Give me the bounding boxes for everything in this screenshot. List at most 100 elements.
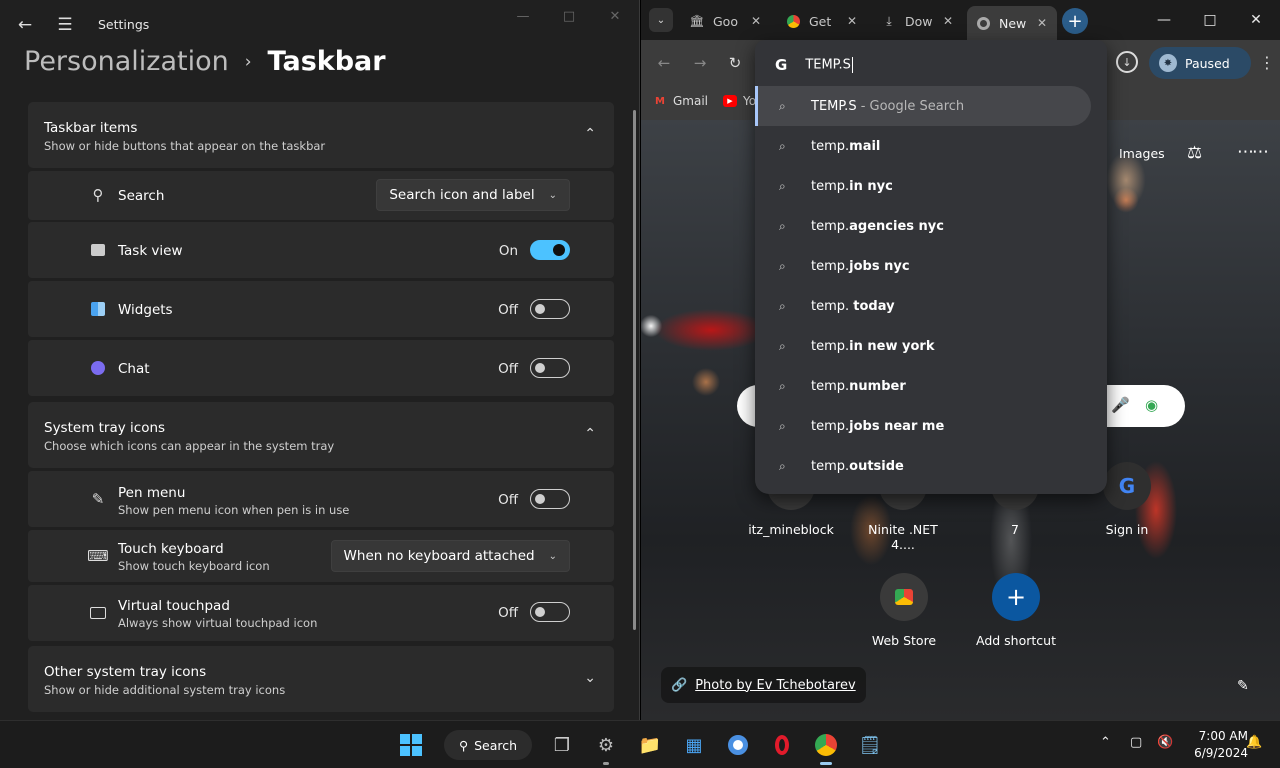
photo-credit[interactable]: 🔗 Photo by Ev Tchebotarev	[661, 667, 866, 703]
suggestion-text: temp.agencies nyc	[811, 219, 944, 234]
breadcrumb-personalization[interactable]: Personalization	[24, 46, 229, 77]
youtube-icon: ▶	[723, 95, 737, 107]
suggestion-completion: jobs near me	[849, 418, 945, 434]
minimize-icon[interactable]: —	[500, 6, 546, 28]
profile-paused-chip[interactable]: ✸ Paused	[1149, 47, 1251, 79]
setting-label: Task view	[118, 243, 183, 259]
notification-bell-icon[interactable]: 🔔	[1246, 735, 1262, 750]
suggestion-text: temp.mail	[811, 139, 880, 154]
clock-time: 7:00 AM	[1198, 729, 1248, 743]
tab-close-icon[interactable]: ✕	[751, 14, 761, 28]
other-tray-icons-header[interactable]: Other system tray icons Show or hide add…	[28, 646, 614, 712]
setting-row-pen-menu: ✎ Pen menu Show pen menu icon when pen i…	[28, 471, 614, 527]
widgets-toggle[interactable]	[530, 299, 570, 319]
task-view-toggle[interactable]	[530, 240, 570, 260]
settings-gear-icon[interactable]: ⚙	[592, 731, 620, 765]
suggestion-item[interactable]: ⌕ temp.outside	[755, 446, 1091, 486]
google-g-icon: G	[775, 56, 788, 74]
maximize-icon[interactable]: □	[546, 6, 592, 28]
microphone-icon[interactable]: 🎤	[1111, 396, 1130, 414]
section-title: System tray icons	[44, 420, 166, 436]
taskbar-search-button[interactable]: ⚲ Search	[444, 730, 532, 760]
notepad-icon[interactable]: 🗒	[856, 731, 884, 759]
shortcut-add[interactable]: + Add shortcut	[968, 573, 1064, 648]
tab-1[interactable]: Get ✕	[785, 6, 869, 36]
photo-credit-link[interactable]: Photo by Ev Tchebotarev	[695, 678, 855, 693]
search-mode-dropdown[interactable]: Search icon and label ⌄	[376, 179, 570, 211]
suggestion-item[interactable]: ⌕ temp. today	[755, 286, 1091, 326]
dropdown-value: When no keyboard attached	[343, 548, 535, 564]
link-icon: 🔗	[671, 677, 688, 693]
images-link[interactable]: Images	[1119, 146, 1165, 161]
setting-label: Widgets	[118, 302, 173, 318]
settings-scrollbar[interactable]	[633, 110, 636, 630]
start-windows-icon[interactable]	[397, 731, 425, 759]
virtual-touchpad-toggle[interactable]	[530, 602, 570, 622]
chrome-window: ⌄ 🏛 Goo ✕ Get ✕ ⤓ Dow ✕ New ✕ + — □ ✕ ← …	[641, 0, 1280, 720]
pen-menu-toggle[interactable]	[530, 489, 570, 509]
close-icon[interactable]: ✕	[1241, 8, 1271, 32]
labs-flask-icon[interactable]: ⚖	[1187, 143, 1202, 163]
google-lens-icon[interactable]: ◉	[1145, 396, 1158, 414]
suggestion-item[interactable]: ⌕ temp.jobs nyc	[755, 246, 1091, 286]
tab-0[interactable]: 🏛 Goo ✕	[689, 6, 773, 36]
forward-arrow-icon[interactable]: →	[689, 52, 711, 74]
taskbar-items-header[interactable]: Taskbar items Show or hide buttons that …	[28, 102, 614, 168]
customize-pencil-icon[interactable]: ✎	[1237, 678, 1249, 694]
shortcut-label: itz_mineblock	[748, 522, 834, 537]
chevron-up-icon[interactable]: ⌃	[584, 426, 596, 442]
chrome-icon[interactable]	[812, 731, 840, 765]
bookmark-gmail[interactable]: M Gmail	[653, 94, 708, 108]
volume-muted-icon[interactable]: 🔇	[1157, 735, 1173, 750]
tab-title: Goo	[713, 13, 738, 29]
suggestion-completion: in nyc	[849, 178, 893, 194]
chromium-icon[interactable]	[724, 731, 752, 759]
chrome-icon	[785, 13, 801, 29]
opera-icon[interactable]	[768, 731, 796, 759]
tab-2[interactable]: ⤓ Dow ✕	[881, 6, 965, 36]
suggestion-item[interactable]: ⌕ temp.number	[755, 366, 1091, 406]
chat-toggle[interactable]	[530, 358, 570, 378]
hamburger-menu-icon[interactable]: ☰	[54, 14, 76, 36]
touch-keyboard-dropdown[interactable]: When no keyboard attached ⌄	[330, 540, 570, 572]
tab-close-icon[interactable]: ✕	[847, 14, 857, 28]
system-tray-header[interactable]: System tray icons Choose which icons can…	[28, 402, 614, 468]
chevron-up-icon[interactable]: ⌃	[1100, 735, 1111, 750]
apps-grid-icon[interactable]: ⋯⋯	[1237, 142, 1269, 162]
maximize-icon[interactable]: □	[1195, 8, 1225, 32]
tab-search-icon[interactable]: ⌄	[649, 8, 673, 32]
chevron-down-icon[interactable]: ⌄	[584, 670, 596, 686]
new-tab-button[interactable]: +	[1062, 8, 1088, 34]
suggestion-prefix: temp.	[811, 378, 850, 394]
suggestion-prefix: temp.	[811, 458, 850, 474]
suggestion-item[interactable]: ⌕ temp.agencies nyc	[755, 206, 1091, 246]
suggestion-item[interactable]: ⌕ temp.jobs near me	[755, 406, 1091, 446]
task-view-icon	[88, 240, 108, 260]
control-panel-icon[interactable]: ▦	[680, 731, 708, 759]
system-clock[interactable]: 7:00 AM 6/9/2024	[1180, 728, 1248, 762]
suggestion-text: temp.in nyc	[811, 179, 893, 194]
suggestion-item[interactable]: ⌕ temp.mail	[755, 126, 1091, 166]
widgets-icon	[88, 299, 108, 319]
omnibox-input[interactable]: G TEMP.S	[775, 56, 853, 74]
shortcut-web-store[interactable]: Web Store	[856, 573, 952, 648]
tab-3-active[interactable]: New ✕	[967, 6, 1057, 40]
setting-row-task-view: Task view On	[28, 222, 614, 278]
back-arrow-icon[interactable]: ←	[653, 52, 675, 74]
network-monitor-icon[interactable]: ▢	[1130, 735, 1142, 750]
bookmark-youtube[interactable]: ▶ Yo	[723, 94, 756, 108]
close-icon[interactable]: ✕	[592, 6, 638, 28]
suggestion-item[interactable]: ⌕ temp.in new york	[755, 326, 1091, 366]
suggestion-google-search[interactable]: ⌕ TEMP.S - Google Search	[755, 86, 1091, 126]
minimize-icon[interactable]: —	[1149, 8, 1179, 32]
suggestion-item[interactable]: ⌕ temp.in nyc	[755, 166, 1091, 206]
file-explorer-icon[interactable]: 📁	[636, 731, 664, 759]
task-view-icon[interactable]: ❐	[548, 731, 576, 759]
tab-close-icon[interactable]: ✕	[943, 14, 953, 28]
more-menu-icon[interactable]: ⋮	[1259, 52, 1275, 74]
downloads-icon[interactable]: ↓	[1116, 51, 1138, 73]
chevron-up-icon[interactable]: ⌃	[584, 126, 596, 142]
back-arrow-icon[interactable]: ←	[14, 14, 36, 36]
reload-icon[interactable]: ↻	[724, 52, 746, 74]
tab-close-icon[interactable]: ✕	[1037, 16, 1047, 30]
